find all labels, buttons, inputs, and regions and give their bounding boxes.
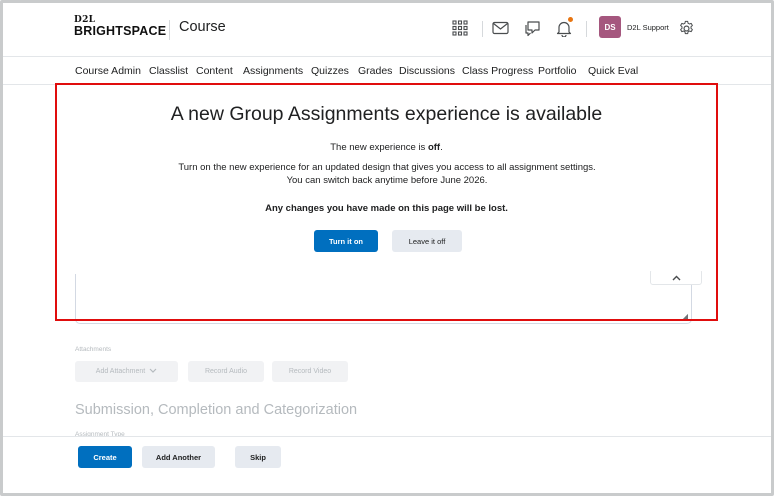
notification-dot	[568, 17, 573, 22]
header-divider	[169, 20, 170, 40]
record-audio-button[interactable]: Record Audio	[188, 361, 264, 382]
nav-classlist[interactable]: Classlist	[149, 65, 188, 77]
turn-it-on-button[interactable]: Turn it on	[314, 230, 378, 252]
user-name[interactable]: D2L Support	[627, 23, 669, 32]
mail-icon[interactable]	[489, 17, 511, 39]
nav-grades[interactable]: Grades	[358, 65, 392, 77]
chevron-down-icon	[149, 368, 157, 375]
header-separator	[586, 21, 587, 37]
apps-grid-icon[interactable]	[449, 17, 471, 39]
nav-quizzes[interactable]: Quizzes	[311, 65, 349, 77]
nav-course-admin[interactable]: Course Admin	[75, 65, 141, 77]
resize-grip-icon[interactable]: ◢	[682, 312, 688, 321]
experience-status: The new experience is off.	[57, 141, 716, 154]
logo-brightspace-text: BRIGHTSPACE	[74, 24, 167, 38]
status-prefix: The new experience is	[330, 142, 428, 153]
status-suffix: .	[440, 142, 443, 153]
header-separator	[482, 21, 483, 37]
banner-description: Turn on the new experience for an update…	[178, 162, 596, 186]
brightspace-logo[interactable]: D2L BRIGHTSPACE	[74, 15, 166, 38]
section-heading: Submission, Completion and Categorizatio…	[75, 402, 358, 418]
add-attachment-label: Add Attachment	[95, 368, 146, 375]
nav-quick-eval[interactable]: Quick Eval	[588, 65, 638, 77]
nav-assignments[interactable]: Assignments	[243, 65, 303, 77]
leave-it-off-button[interactable]: Leave it off	[392, 230, 462, 252]
unsaved-changes-warning: Any changes you have made on this page w…	[265, 203, 508, 214]
record-audio-label: Record Audio	[204, 368, 248, 375]
nav-content[interactable]: Content	[196, 65, 233, 77]
course-navbar: Course Admin Classlist Content Assignmen…	[3, 57, 771, 85]
status-value: off	[427, 142, 441, 153]
nav-discussions[interactable]: Discussions	[399, 65, 455, 77]
user-avatar[interactable]: DS	[599, 16, 621, 38]
description-textarea[interactable]: ◢	[75, 274, 692, 324]
nav-class-progress[interactable]: Class Progress	[462, 65, 533, 77]
add-another-button[interactable]: Add Another	[142, 446, 215, 468]
add-attachment-button[interactable]: Add Attachment	[75, 361, 178, 382]
banner-title: A new Group Assignments experience is av…	[170, 103, 603, 125]
skip-button[interactable]: Skip	[235, 446, 281, 468]
gear-icon[interactable]	[675, 17, 697, 39]
chat-icon[interactable]	[521, 17, 543, 39]
record-video-button[interactable]: Record Video	[272, 361, 348, 382]
nav-portfolio[interactable]: Portfolio	[538, 65, 577, 77]
record-video-label: Record Video	[288, 368, 332, 375]
collapse-toolbar-button[interactable]	[650, 269, 702, 285]
course-title[interactable]: Course	[179, 19, 226, 35]
create-button[interactable]: Create	[78, 446, 132, 468]
attachments-label: Attachments	[75, 346, 112, 353]
new-experience-banner: A new Group Assignments experience is av…	[57, 85, 716, 271]
top-header: D2L BRIGHTSPACE Course DS D2L Support	[3, 3, 771, 57]
app-window: D2L BRIGHTSPACE Course DS D2L Support Co…	[0, 0, 774, 496]
form-footer: Create Add Another Skip	[3, 436, 771, 493]
